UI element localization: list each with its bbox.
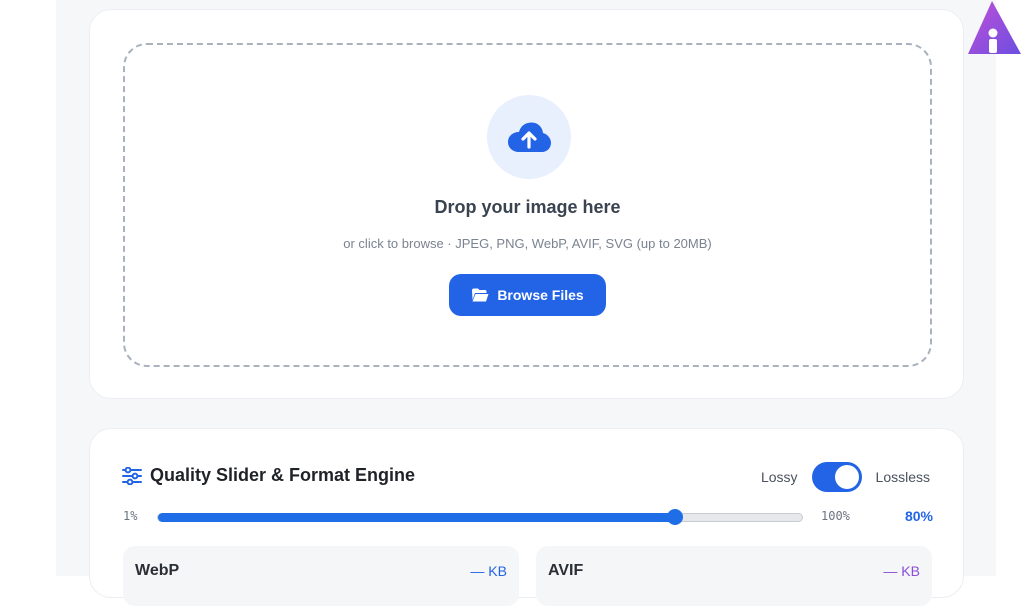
format-name: AVIF <box>548 562 584 579</box>
format-name: WebP <box>135 562 180 579</box>
dropzone[interactable]: Drop your image here or click to browse … <box>123 43 932 367</box>
slider-thumb[interactable] <box>666 509 683 525</box>
browse-files-label: Browse Files <box>497 287 584 303</box>
drop-subtitle: or click to browse · JPEG, PNG, WebP, AV… <box>343 236 712 251</box>
lossy-lossless-toggle[interactable] <box>811 462 862 492</box>
slider-value: 80% <box>904 508 933 524</box>
quality-slider[interactable] <box>157 509 803 525</box>
format-card-webp: WebP — KB <box>123 546 519 606</box>
toggle-knob <box>834 465 859 489</box>
quality-card: Quality Slider & Format Engine Lossy Los… <box>89 428 964 606</box>
lossy-label: Lossy <box>760 469 798 485</box>
cloud-upload-icon <box>508 122 551 152</box>
format-size: — KB <box>883 563 920 579</box>
compression-mode-toggle-row: Lossy Lossless <box>761 462 930 492</box>
quality-header: Quality Slider & Format Engine <box>122 465 415 486</box>
folder-open-icon <box>472 288 489 302</box>
format-card-avif: AVIF — KB <box>536 546 932 606</box>
browse-files-button[interactable]: Browse Files <box>449 274 606 316</box>
slider-min-label: 1% <box>123 509 138 523</box>
lossless-label: Lossless <box>875 469 930 485</box>
slider-max-label: 100% <box>821 509 850 523</box>
sliders-icon <box>122 466 142 485</box>
brand-logo-icon <box>968 1 1021 54</box>
format-size: — KB <box>470 563 507 579</box>
slider-fill <box>158 513 675 522</box>
upload-icon-circle <box>487 95 571 179</box>
upload-card: Drop your image here or click to browse … <box>89 9 964 399</box>
quality-slider-row: 1% 100% 80% <box>123 508 933 527</box>
drop-title: Drop your image here <box>434 197 621 217</box>
quality-title: Quality Slider & Format Engine <box>150 465 416 485</box>
